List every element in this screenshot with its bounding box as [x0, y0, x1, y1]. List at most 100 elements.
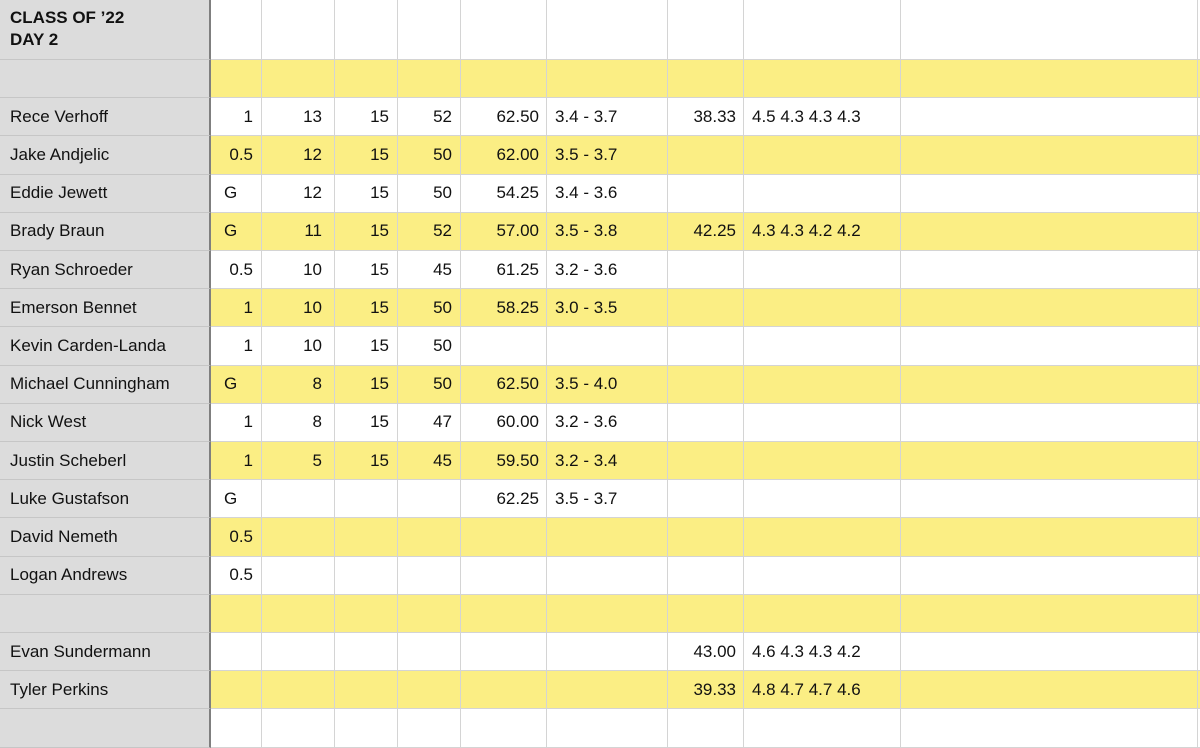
data-cell[interactable]: 62.00	[461, 136, 547, 175]
data-cell[interactable]	[901, 709, 1198, 748]
data-cell[interactable]	[901, 594, 1198, 633]
data-cell[interactable]: 15	[335, 327, 398, 366]
data-cell[interactable]: 15	[335, 212, 398, 251]
header-cell[interactable]	[398, 0, 461, 60]
header-cell[interactable]	[211, 0, 262, 60]
data-cell[interactable]: 61.25	[461, 251, 547, 290]
data-cell[interactable]	[668, 594, 744, 633]
data-cell[interactable]	[335, 709, 398, 748]
data-cell[interactable]	[547, 633, 668, 672]
data-cell[interactable]	[668, 289, 744, 328]
data-cell[interactable]: 3.0 - 3.5	[547, 289, 668, 328]
player-name-cell[interactable]: Evan Sundermann	[0, 633, 211, 672]
data-cell[interactable]	[461, 633, 547, 672]
data-cell[interactable]	[668, 556, 744, 595]
data-cell[interactable]: 1	[211, 98, 262, 137]
data-cell[interactable]	[262, 633, 335, 672]
data-cell[interactable]: 52	[398, 98, 461, 137]
data-cell[interactable]	[901, 365, 1198, 404]
data-cell[interactable]: 10	[262, 251, 335, 290]
player-name-cell[interactable]: Brady Braun	[0, 212, 211, 251]
data-cell[interactable]: 0.5	[211, 136, 262, 175]
data-cell[interactable]	[901, 212, 1198, 251]
data-cell[interactable]	[668, 709, 744, 748]
data-cell[interactable]	[461, 518, 547, 557]
data-cell[interactable]: 60.00	[461, 403, 547, 442]
data-cell[interactable]	[262, 671, 335, 710]
data-cell[interactable]	[461, 709, 547, 748]
data-cell[interactable]: 3.4 - 3.6	[547, 174, 668, 213]
data-cell[interactable]	[744, 403, 901, 442]
data-cell[interactable]	[461, 60, 547, 99]
data-cell[interactable]	[744, 556, 901, 595]
data-cell[interactable]: 10	[262, 289, 335, 328]
data-cell[interactable]: 50	[398, 327, 461, 366]
data-cell[interactable]: 50	[398, 365, 461, 404]
data-cell[interactable]	[547, 594, 668, 633]
data-cell[interactable]	[335, 633, 398, 672]
data-cell[interactable]: 57.00	[461, 212, 547, 251]
data-cell[interactable]: 4.8 4.7 4.7 4.6	[744, 671, 901, 710]
data-cell[interactable]	[335, 594, 398, 633]
data-cell[interactable]	[262, 556, 335, 595]
data-cell[interactable]	[744, 251, 901, 290]
player-name-cell[interactable]: Nick West	[0, 403, 211, 442]
data-cell[interactable]	[262, 480, 335, 519]
data-cell[interactable]	[901, 518, 1198, 557]
data-cell[interactable]	[901, 289, 1198, 328]
data-cell[interactable]: 3.2 - 3.4	[547, 442, 668, 481]
data-cell[interactable]	[668, 403, 744, 442]
data-cell[interactable]: 0.5	[211, 556, 262, 595]
data-cell[interactable]: 15	[335, 136, 398, 175]
data-cell[interactable]	[901, 671, 1198, 710]
data-cell[interactable]	[668, 365, 744, 404]
data-cell[interactable]	[335, 671, 398, 710]
data-cell[interactable]	[668, 174, 744, 213]
data-cell[interactable]: 8	[262, 365, 335, 404]
data-cell[interactable]	[668, 60, 744, 99]
data-cell[interactable]	[461, 556, 547, 595]
data-cell[interactable]: 3.5 - 3.7	[547, 480, 668, 519]
data-cell[interactable]	[901, 556, 1198, 595]
data-cell[interactable]: 38.33	[668, 98, 744, 137]
data-cell[interactable]: 3.5 - 4.0	[547, 365, 668, 404]
data-cell[interactable]: 3.2 - 3.6	[547, 403, 668, 442]
player-name-cell[interactable]: Logan Andrews	[0, 556, 211, 595]
data-cell[interactable]	[398, 556, 461, 595]
data-cell[interactable]: 39.33	[668, 671, 744, 710]
data-cell[interactable]	[211, 594, 262, 633]
data-cell[interactable]: 4.5 4.3 4.3 4.3	[744, 98, 901, 137]
data-cell[interactable]: 45	[398, 442, 461, 481]
data-cell[interactable]: 15	[335, 403, 398, 442]
data-cell[interactable]: 12	[262, 174, 335, 213]
data-cell[interactable]	[461, 671, 547, 710]
data-cell[interactable]	[744, 289, 901, 328]
data-cell[interactable]	[668, 327, 744, 366]
data-cell[interactable]: 15	[335, 251, 398, 290]
header-cell[interactable]	[335, 0, 398, 60]
player-name-cell[interactable]: Michael Cunningham	[0, 365, 211, 404]
data-cell[interactable]	[262, 594, 335, 633]
header-cell[interactable]	[461, 0, 547, 60]
header-cell[interactable]	[547, 0, 668, 60]
data-cell[interactable]	[262, 518, 335, 557]
data-cell[interactable]	[211, 709, 262, 748]
data-cell[interactable]: 4.3 4.3 4.2 4.2	[744, 212, 901, 251]
data-cell[interactable]	[668, 251, 744, 290]
data-cell[interactable]	[744, 518, 901, 557]
header-cell[interactable]	[901, 0, 1198, 60]
data-cell[interactable]: 11	[262, 212, 335, 251]
data-cell[interactable]: 42.25	[668, 212, 744, 251]
data-cell[interactable]: 58.25	[461, 289, 547, 328]
data-cell[interactable]: 3.2 - 3.6	[547, 251, 668, 290]
data-cell[interactable]	[744, 327, 901, 366]
data-cell[interactable]: 3.5 - 3.7	[547, 136, 668, 175]
data-cell[interactable]: 15	[335, 289, 398, 328]
data-cell[interactable]	[211, 60, 262, 99]
data-cell[interactable]	[668, 518, 744, 557]
player-name-cell[interactable]: Ryan Schroeder	[0, 251, 211, 290]
data-cell[interactable]	[901, 442, 1198, 481]
data-cell[interactable]: G	[211, 365, 262, 404]
data-cell[interactable]	[461, 327, 547, 366]
data-cell[interactable]: G	[211, 212, 262, 251]
